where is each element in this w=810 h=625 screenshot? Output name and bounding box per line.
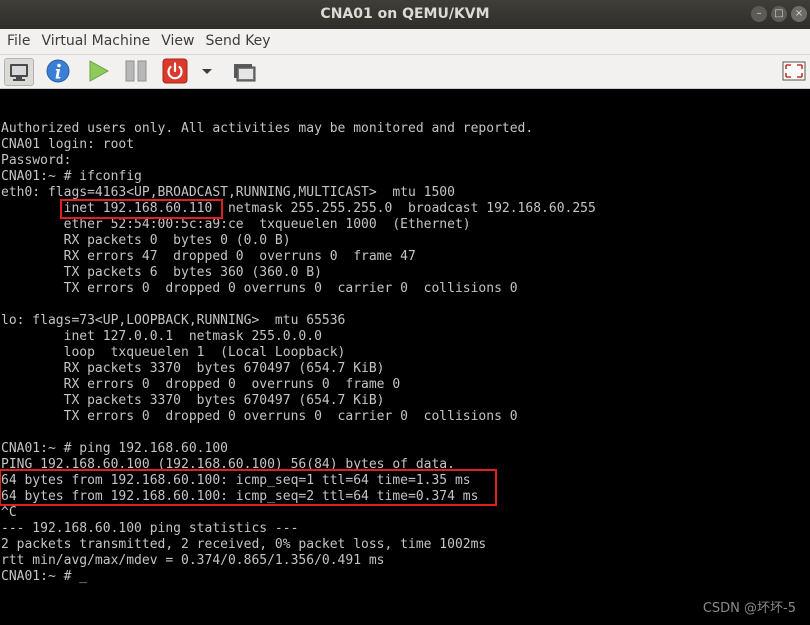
- shutdown-menu-button[interactable]: [198, 58, 216, 84]
- pause-button[interactable]: [122, 58, 150, 84]
- console-line: lo: flags=73<UP,LOOPBACK,RUNNING> mtu 65…: [1, 313, 346, 328]
- console-line: --- 192.168.60.100 ping statistics ---: [1, 521, 299, 536]
- console-line: CNA01:~ # ping 192.168.60.100: [1, 441, 228, 456]
- snapshots-button[interactable]: [230, 58, 258, 84]
- console-line: eth0: flags=4163<UP,BROADCAST,RUNNING,MU…: [1, 185, 455, 200]
- console-line: Authorized users only. All activities ma…: [1, 121, 534, 136]
- close-button[interactable]: ×: [791, 6, 807, 22]
- minimize-button[interactable]: –: [751, 6, 767, 22]
- menu-view[interactable]: View: [155, 29, 199, 54]
- toolbar: [0, 55, 810, 89]
- highlight-ping-replies: [0, 469, 497, 506]
- console-line: ^C: [1, 505, 17, 520]
- watermark: CSDN @坏坏-5: [702, 601, 796, 616]
- console-line: CNA01 login: root: [1, 137, 135, 152]
- console-line: loop txqueuelen 1 (Local Loopback): [1, 345, 346, 360]
- console-line: RX packets 0 bytes 0 (0.0 B): [1, 233, 291, 248]
- info-icon: [46, 59, 70, 83]
- console-line: 2 packets transmitted, 2 received, 0% pa…: [1, 537, 487, 552]
- run-button[interactable]: [84, 58, 112, 84]
- window-title: CNA01 on QEMU/KVM: [320, 6, 490, 22]
- shutdown-button[interactable]: [161, 58, 189, 84]
- console-line: inet 127.0.0.1 netmask 255.0.0.0: [1, 329, 322, 344]
- console-line: CNA01:~ # ifconfig: [1, 169, 142, 184]
- console-line: Password:: [1, 153, 72, 168]
- maximize-button[interactable]: □: [771, 6, 787, 22]
- vm-console-screen[interactable]: Authorized users only. All activities ma…: [0, 89, 810, 625]
- console-line: TX errors 0 dropped 0 overruns 0 carrier…: [1, 281, 518, 296]
- details-button[interactable]: [44, 58, 72, 84]
- console-line: RX errors 47 dropped 0 overruns 0 frame …: [1, 249, 416, 264]
- console-line: TX packets 3370 bytes 670497 (654.7 KiB): [1, 393, 385, 408]
- console-line: ether 52:54:00:5c:a9:ce txqueuelen 1000 …: [1, 217, 471, 232]
- menubar: File Virtual Machine View Send Key: [0, 29, 810, 55]
- console-line: rtt min/avg/max/mdev = 0.374/0.865/1.356…: [1, 553, 385, 568]
- pause-icon: [125, 60, 147, 82]
- console-line: TX packets 6 bytes 360 (360.0 B): [1, 265, 322, 280]
- console-monitor-icon: [10, 64, 28, 81]
- snapshots-icon: [234, 64, 256, 82]
- fullscreen-icon: [782, 61, 806, 81]
- fullscreen-button[interactable]: [780, 58, 808, 84]
- console-line: CNA01:~ # _: [1, 569, 88, 584]
- console-line: RX packets 3370 bytes 670497 (654.7 KiB): [1, 361, 385, 376]
- window-titlebar[interactable]: CNA01 on QEMU/KVM – □ ×: [0, 0, 810, 29]
- shutdown-power-icon: [162, 58, 188, 84]
- console-line: RX errors 0 dropped 0 overruns 0 frame 0: [1, 377, 401, 392]
- shutdown-dropdown-chevron-icon: [202, 69, 212, 74]
- menu-send-key[interactable]: Send Key: [199, 29, 275, 54]
- console-output: Authorized users only. All activities ma…: [1, 121, 596, 585]
- menu-virtual-machine[interactable]: Virtual Machine: [35, 29, 155, 54]
- menu-file[interactable]: File: [0, 29, 35, 54]
- run-play-icon: [89, 60, 110, 82]
- highlight-eth0-inet: [60, 199, 223, 219]
- console-line: TX errors 0 dropped 0 overruns 0 carrier…: [1, 409, 518, 424]
- console-button[interactable]: [4, 58, 34, 86]
